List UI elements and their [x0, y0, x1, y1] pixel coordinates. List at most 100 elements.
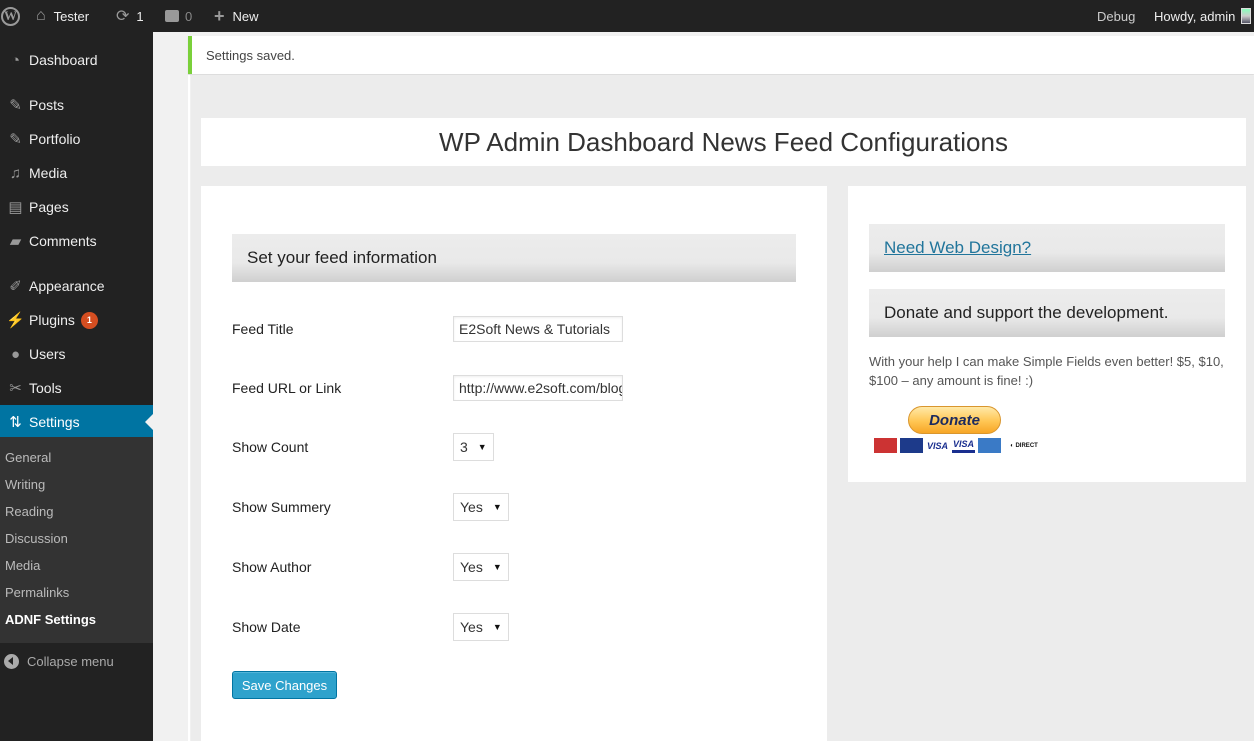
- submenu-permalinks[interactable]: Permalinks: [0, 579, 153, 606]
- menu-posts[interactable]: ✎ Posts: [0, 88, 153, 122]
- menu-label: Comments: [29, 233, 97, 249]
- brush-icon: ✐: [9, 278, 22, 295]
- debug-label: Debug: [1097, 8, 1136, 24]
- row-show-author: Show Author Yes ▼: [232, 552, 772, 582]
- show-summery-value: Yes: [460, 499, 483, 515]
- show-author-select[interactable]: Yes ▼: [453, 553, 509, 581]
- menu-label: Appearance: [29, 278, 105, 294]
- menu-label: Posts: [29, 97, 65, 113]
- row-show-summery: Show Summery Yes ▼: [232, 492, 772, 522]
- my-account-menu[interactable]: Howdy, admin: [1154, 0, 1252, 32]
- new-label: New: [232, 8, 259, 24]
- submenu-general[interactable]: General: [0, 444, 153, 471]
- menu-label: Tools: [29, 380, 62, 396]
- show-author-value: Yes: [460, 559, 483, 575]
- menu-dashboard[interactable]: ◔ Dashboard: [0, 43, 153, 77]
- submenu-media[interactable]: Media: [0, 552, 153, 579]
- payment-cards: VISA VISA ◐ DIRECT: [874, 438, 1044, 453]
- settings-submenu: General Writing Reading Discussion Media…: [0, 437, 153, 643]
- notice-text: Settings saved.: [206, 47, 295, 63]
- visa-icon: VISA: [926, 438, 949, 453]
- wp-logo-button[interactable]: W: [0, 0, 22, 32]
- updates-count: 1: [136, 8, 144, 24]
- row-show-count: Show Count 3 ▼: [232, 432, 772, 462]
- avatar: [1241, 8, 1252, 24]
- menu-users[interactable]: ● Users: [0, 337, 153, 371]
- menu-label: Settings: [29, 414, 80, 430]
- submenu-reading[interactable]: Reading: [0, 498, 153, 525]
- collapse-arrow-icon: [4, 653, 19, 669]
- menu-portfolio[interactable]: ✎ Portfolio: [0, 122, 153, 156]
- home-icon: ⌂: [36, 7, 46, 24]
- save-changes-label: Save Changes: [241, 677, 328, 693]
- form-heading-text: Set your feed information: [247, 248, 437, 267]
- show-count-value: 3: [460, 439, 468, 455]
- content-divider: [188, 75, 190, 741]
- menu-tools[interactable]: ✂ Tools: [0, 371, 153, 405]
- menu-media[interactable]: ♫ Media: [0, 156, 153, 190]
- menu-appearance[interactable]: ✐ Appearance: [0, 269, 153, 303]
- comment-icon: ▰: [9, 233, 22, 250]
- dropdown-arrow-icon: ▼: [477, 442, 487, 452]
- show-date-select[interactable]: Yes ▼: [453, 613, 509, 641]
- dropdown-arrow-icon: ▼: [492, 562, 502, 572]
- page-title: WP Admin Dashboard News Feed Configurati…: [439, 126, 1008, 157]
- updates-icon: ⟳: [116, 8, 130, 25]
- plugin-icon: ⚡: [6, 312, 25, 329]
- collapse-menu-button[interactable]: Collapse menu: [0, 644, 153, 678]
- menu-comments[interactable]: ▰ Comments: [0, 224, 153, 258]
- settings-icon: ⇅: [9, 414, 22, 431]
- show-count-label: Show Count: [232, 439, 309, 455]
- pages-icon: ▤: [8, 199, 23, 216]
- feed-title-label: Feed Title: [232, 321, 294, 337]
- amex-icon: [978, 438, 1001, 453]
- row-feed-title: Feed Title E2Soft News & Tutorials: [232, 314, 772, 344]
- dropdown-arrow-icon: ▼: [492, 502, 502, 512]
- submenu-writing[interactable]: Writing: [0, 471, 153, 498]
- menu-plugins[interactable]: ⚡ Plugins 1: [0, 303, 153, 337]
- submenu-discussion[interactable]: Discussion: [0, 525, 153, 552]
- maestro-icon: [900, 438, 923, 453]
- feed-url-input[interactable]: http://www.e2soft.com/blog/feed/: [453, 375, 623, 401]
- admin-bar: W ⌂ Tester ⟳ 1 0 + New Debug Howdy, admi…: [0, 0, 1254, 32]
- save-changes-button[interactable]: Save Changes: [232, 671, 337, 699]
- wordpress-logo-icon: W: [1, 6, 20, 26]
- pushpin-icon: ✎: [9, 97, 22, 114]
- debug-link[interactable]: Debug: [1097, 0, 1135, 32]
- feed-title-input[interactable]: E2Soft News & Tutorials: [453, 316, 623, 342]
- row-show-date: Show Date Yes ▼: [232, 612, 772, 642]
- show-count-select[interactable]: 3 ▼: [453, 433, 494, 461]
- collapse-label: Collapse menu: [27, 653, 114, 669]
- settings-saved-notice: Settings saved.: [188, 36, 1254, 74]
- wrench-icon: ✂: [9, 380, 22, 397]
- media-icon: ♫: [9, 164, 22, 182]
- site-name-link[interactable]: ⌂ Tester: [36, 0, 89, 32]
- plugin-settings-wrap: WP Admin Dashboard News Feed Configurati…: [191, 76, 1254, 741]
- menu-pages[interactable]: ▤ Pages: [0, 190, 153, 224]
- user-icon: ●: [10, 345, 21, 363]
- plus-icon: +: [214, 5, 225, 26]
- dropdown-arrow-icon: ▼: [492, 622, 502, 632]
- new-content-button[interactable]: + New: [214, 0, 259, 32]
- form-heading: Set your feed information: [232, 234, 796, 282]
- show-summery-select[interactable]: Yes ▼: [453, 493, 509, 521]
- row-feed-url: Feed URL or Link http://www.e2soft.com/b…: [232, 373, 772, 403]
- show-author-label: Show Author: [232, 559, 312, 575]
- donate-description: With your help I can make Simple Fields …: [869, 354, 1224, 388]
- menu-settings[interactable]: ⇅ Settings: [0, 405, 153, 439]
- show-summery-label: Show Summery: [232, 499, 331, 515]
- comments-link[interactable]: 0: [165, 0, 192, 32]
- main-content: Settings saved. WP Admin Dashboard News …: [153, 32, 1254, 741]
- howdy-label: Howdy, admin: [1154, 8, 1236, 24]
- submenu-adnf-settings[interactable]: ADNF Settings: [0, 606, 153, 633]
- comment-icon: [165, 10, 179, 22]
- donate-heading-text: Donate and support the development.: [884, 303, 1169, 322]
- updates-link[interactable]: ⟳ 1: [116, 0, 144, 32]
- support-panel: Need Web Design? Donate and support the …: [848, 186, 1246, 482]
- need-web-design-link[interactable]: Need Web Design?: [884, 238, 1031, 258]
- direct-debit-icon: ◐ DIRECT: [1004, 438, 1044, 453]
- menu-label: Media: [29, 165, 68, 181]
- site-name: Tester: [53, 8, 90, 24]
- paypal-donate-button[interactable]: Donate: [908, 406, 1001, 434]
- dashboard-icon: ◔: [10, 51, 21, 69]
